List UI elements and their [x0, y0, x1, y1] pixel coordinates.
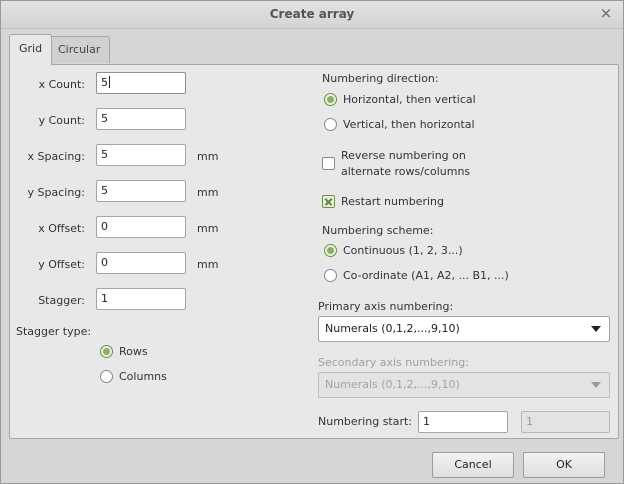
y-offset-unit: mm: [197, 258, 219, 271]
stagger-type-label: Stagger type:: [16, 325, 92, 338]
numbering-start-secondary-input: 1: [521, 411, 610, 433]
vertical-then-horizontal-label[interactable]: Vertical, then horizontal: [343, 118, 475, 131]
secondary-axis-numbering-label: Secondary axis numbering:: [318, 356, 469, 369]
stagger-columns-radio[interactable]: [100, 370, 113, 383]
numbering-start-label: Numbering start:: [318, 415, 413, 428]
numbering-start-primary-input[interactable]: 1: [418, 411, 508, 433]
coordinate-label[interactable]: Co-ordinate (A1, A2, ... B1, ...): [343, 269, 509, 282]
primary-axis-value: Numerals (0,1,2,...,9,10): [325, 322, 460, 335]
x-count-value: 5: [101, 76, 108, 89]
stagger-columns-label[interactable]: Columns: [119, 370, 167, 383]
reverse-numbering-checkbox[interactable]: [322, 157, 335, 170]
x-offset-input[interactable]: 0: [96, 216, 186, 238]
reverse-numbering-label-line1[interactable]: Reverse numbering on: [341, 149, 466, 162]
ok-button[interactable]: OK: [523, 452, 605, 478]
secondary-axis-numbering-select: Numerals (0,1,2,...,9,10): [318, 372, 610, 398]
x-offset-label: x Offset:: [38, 222, 85, 235]
y-spacing-label: y Spacing:: [27, 186, 85, 199]
x-offset-unit: mm: [197, 222, 219, 235]
continuous-label[interactable]: Continuous (1, 2, 3...): [343, 244, 463, 257]
cancel-button[interactable]: Cancel: [432, 452, 514, 478]
reverse-numbering-label-line2[interactable]: alternate rows/columns: [341, 165, 470, 178]
restart-numbering-checkbox[interactable]: [322, 195, 335, 208]
y-offset-label: y Offset:: [38, 258, 85, 271]
title-bar: Create array ×: [1, 1, 623, 29]
numbering-scheme-label: Numbering scheme:: [322, 224, 434, 237]
x-count-input[interactable]: 5: [96, 72, 186, 94]
primary-axis-numbering-select[interactable]: Numerals (0,1,2,...,9,10): [318, 316, 610, 342]
x-spacing-input[interactable]: 5: [96, 144, 186, 166]
primary-axis-numbering-label: Primary axis numbering:: [318, 300, 454, 313]
y-offset-input[interactable]: 0: [96, 252, 186, 274]
dialog-title: Create array: [269, 7, 355, 21]
y-count-input[interactable]: 5: [96, 108, 186, 130]
continuous-radio[interactable]: [324, 244, 337, 257]
create-array-dialog: Create array × Grid Circular x Count: 5 …: [0, 0, 624, 484]
horizontal-then-vertical-radio[interactable]: [324, 93, 337, 106]
chevron-down-icon: [591, 382, 601, 388]
horizontal-then-vertical-label[interactable]: Horizontal, then vertical: [343, 93, 476, 106]
vertical-then-horizontal-radio[interactable]: [324, 118, 337, 131]
stagger-rows-label[interactable]: Rows: [119, 345, 148, 358]
x-spacing-label: x Spacing:: [27, 150, 85, 163]
numbering-direction-label: Numbering direction:: [322, 72, 439, 85]
stagger-label: Stagger:: [38, 294, 85, 307]
coordinate-radio[interactable]: [324, 269, 337, 282]
y-spacing-input[interactable]: 5: [96, 180, 186, 202]
y-count-label: y Count:: [38, 114, 85, 127]
x-spacing-unit: mm: [197, 150, 219, 163]
grid-tab-panel: x Count: 5 y Count: 5 x Spacing: 5 mm y …: [9, 64, 619, 439]
x-count-label: x Count:: [38, 78, 85, 91]
tab-grid[interactable]: Grid: [9, 34, 53, 65]
stagger-rows-radio[interactable]: [100, 345, 113, 358]
secondary-axis-value: Numerals (0,1,2,...,9,10): [325, 378, 460, 391]
chevron-down-icon: [591, 326, 601, 332]
stagger-input[interactable]: 1: [96, 288, 186, 310]
close-icon[interactable]: ×: [599, 5, 613, 21]
y-spacing-unit: mm: [197, 186, 219, 199]
text-caret: [109, 76, 110, 88]
tab-circular[interactable]: Circular: [48, 36, 111, 63]
restart-numbering-label[interactable]: Restart numbering: [341, 195, 444, 208]
